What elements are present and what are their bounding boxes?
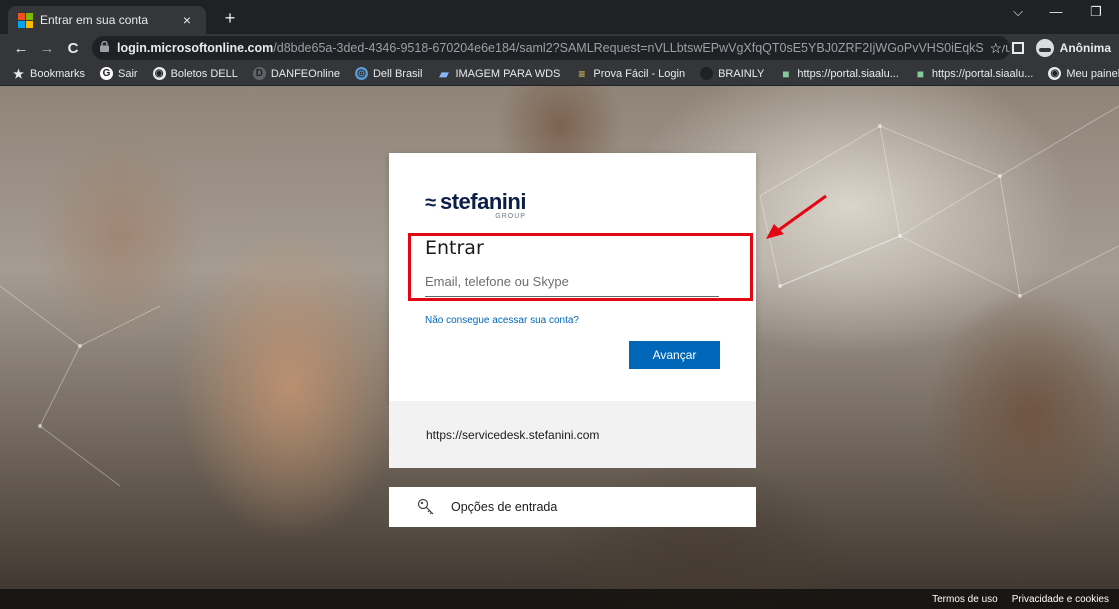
org-url-text: https://servicedesk.stefanini.com xyxy=(426,427,600,442)
bookmark-item[interactable]: ■ https://portal.siaalu... xyxy=(914,66,1034,81)
address-bar[interactable]: login.microsoftonline.com/d8bde65a-3ded-… xyxy=(92,36,1010,60)
bookmark-label: Dell Brasil xyxy=(372,67,423,80)
site-icon: ■ xyxy=(782,66,790,81)
bookmark-label: https://portal.siaalu... xyxy=(931,67,1034,80)
brainly-icon: B xyxy=(700,67,714,80)
red-arrow-icon xyxy=(766,194,827,239)
url-path: /d8bde65a-3ded-4346-9518-670204e6e184/sa… xyxy=(273,41,1010,55)
bookmark-label: DANFEOnline xyxy=(270,67,340,80)
bookmark-label: Bookmarks xyxy=(30,67,86,80)
bookmark-item[interactable]: B BRAINLY xyxy=(700,67,764,80)
privacy-link[interactable]: Privacidade e cookies xyxy=(1012,594,1109,605)
reload-button[interactable]: C xyxy=(60,40,86,57)
bookmark-label: Prova Fácil - Login xyxy=(593,67,686,80)
browser-toolbar: ← → C login.microsoftonline.com/d8bde65a… xyxy=(0,34,1119,62)
organization-url: https://servicedesk.stefanini.com xyxy=(389,401,756,468)
tab-close-icon[interactable]: × xyxy=(178,12,196,28)
bookmark-item[interactable]: ■ https://portal.siaalu... xyxy=(779,66,899,81)
google-icon: G xyxy=(100,67,114,80)
browser-tab[interactable]: Entrar em sua conta × xyxy=(8,6,206,34)
bookmark-item[interactable]: ▰ IMAGEM PARA WDS xyxy=(437,66,561,81)
cant-access-account-link[interactable]: Não consegue acessar sua conta? xyxy=(425,315,579,326)
bookmark-star-icon[interactable]: ☆ xyxy=(983,39,1002,57)
globe-icon: ◉ xyxy=(152,67,166,80)
highlight-box xyxy=(408,233,753,301)
tab-groups-icon[interactable] xyxy=(1011,42,1024,54)
key-icon xyxy=(417,498,434,515)
dell-icon: ◎ xyxy=(354,67,368,80)
stefanini-logo: ≈ stefanini GROUP xyxy=(425,189,526,220)
bookmark-label: https://portal.siaalu... xyxy=(797,67,899,80)
bookmark-item[interactable]: D DANFEOnline xyxy=(252,67,340,80)
bookmark-label: Boletos DELL xyxy=(170,67,238,80)
tab-title: Entrar em sua conta xyxy=(40,13,149,27)
bookmark-label: Meu painel | Wyde... xyxy=(1066,67,1119,80)
minimize-button[interactable]: — xyxy=(1036,4,1076,19)
bookmarks-bar: ★ Bookmarks G Sair ◉ Boletos DELL D DANFEOnline… xyxy=(0,62,1119,86)
sign-in-options-label: Opções de entrada xyxy=(451,500,558,514)
lock-icon[interactable] xyxy=(100,40,109,55)
next-button[interactable]: Avançar xyxy=(629,341,720,369)
bookmark-item[interactable]: ◉ Boletos DELL xyxy=(152,67,238,80)
tab-strip: Entrar em sua conta × + ⌵ — ❐ xyxy=(0,0,1119,34)
globe-icon: ◉ xyxy=(1048,67,1062,80)
bookmark-item[interactable]: ≡ Prova Fácil - Login xyxy=(575,66,686,81)
logo-subtext: GROUP xyxy=(495,213,526,220)
toolbar-right: Anônima xyxy=(1011,39,1111,57)
back-button[interactable]: ← xyxy=(8,40,34,57)
list-icon: ≡ xyxy=(578,66,586,81)
new-tab-button[interactable]: + xyxy=(218,6,242,30)
page-footer: Termos de uso Privacidade e cookies xyxy=(0,589,1119,609)
bookmark-item[interactable]: ◎ Dell Brasil xyxy=(354,67,423,80)
microsoft-icon xyxy=(18,13,33,28)
star-icon: ★ xyxy=(13,66,24,81)
bookmark-item[interactable]: ★ Bookmarks xyxy=(12,66,86,81)
profile-label[interactable]: Anônima xyxy=(1060,41,1111,55)
sign-in-options-button[interactable]: Opções de entrada xyxy=(389,487,756,527)
bookmark-item[interactable]: G Sair xyxy=(100,67,138,80)
bookmark-label: IMAGEM PARA WDS xyxy=(455,67,561,80)
terms-link[interactable]: Termos de uso xyxy=(932,594,998,605)
folder-icon: ▰ xyxy=(439,66,449,81)
incognito-icon[interactable] xyxy=(1035,39,1054,57)
tab-search-icon[interactable]: ⌵ xyxy=(998,4,1038,20)
d-icon: D xyxy=(252,67,266,80)
logo-text: stefanini xyxy=(439,189,526,214)
restore-button[interactable]: ❐ xyxy=(1076,4,1116,20)
bookmark-item[interactable]: ◉ Meu painel | Wyde... xyxy=(1048,67,1119,80)
forward-button[interactable]: → xyxy=(34,40,60,57)
bookmark-label: Sair xyxy=(118,67,138,80)
site-icon: ■ xyxy=(916,66,924,81)
url-host: login.microsoftonline.com xyxy=(117,41,274,55)
logo-mark-icon: ≈ xyxy=(425,192,436,214)
login-page-background: ≈ stefanini GROUP Entrar Não consegue ac… xyxy=(0,86,1119,609)
bookmark-label: BRAINLY xyxy=(718,67,765,80)
